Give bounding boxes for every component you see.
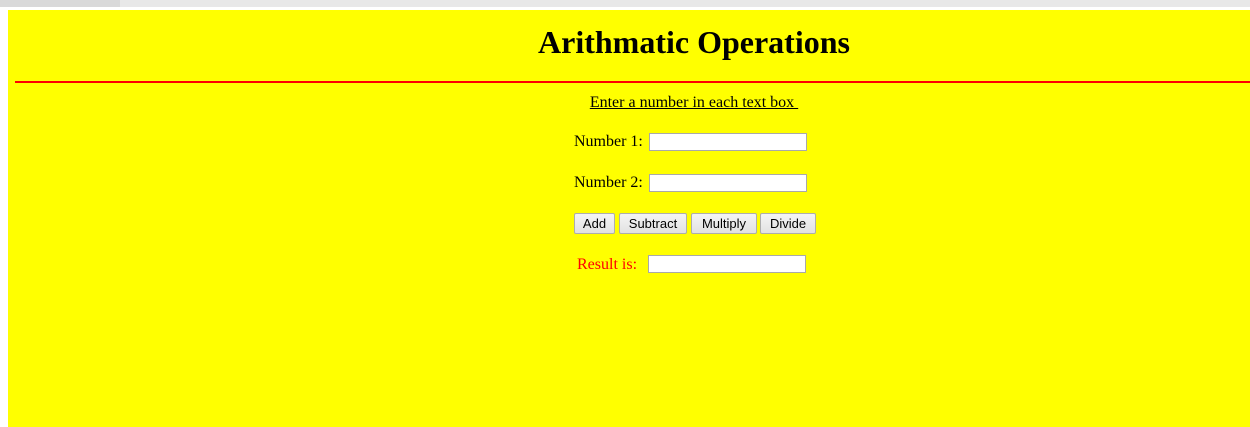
divide-button[interactable]: Divide xyxy=(760,213,816,234)
browser-tab-strip xyxy=(0,0,120,7)
page-body: Arithmatic Operations Enter a number in … xyxy=(8,10,1250,427)
result-output[interactable] xyxy=(648,255,806,273)
number2-input[interactable] xyxy=(649,174,807,192)
left-gutter xyxy=(0,7,8,427)
subtract-button[interactable]: Subtract xyxy=(619,213,687,234)
add-button[interactable]: Add xyxy=(574,213,615,234)
result-label: Result is: xyxy=(577,256,638,273)
number1-label: Number 1: xyxy=(574,133,643,150)
number2-label: Number 2: xyxy=(574,174,643,191)
browser-top-bar xyxy=(0,0,1250,7)
number1-input[interactable] xyxy=(649,133,807,151)
instruction-text: Enter a number in each text box xyxy=(589,94,799,111)
multiply-button[interactable]: Multiply xyxy=(691,213,757,234)
horizontal-rule xyxy=(15,81,1250,83)
page-title: Arithmatic Operations xyxy=(538,24,850,60)
